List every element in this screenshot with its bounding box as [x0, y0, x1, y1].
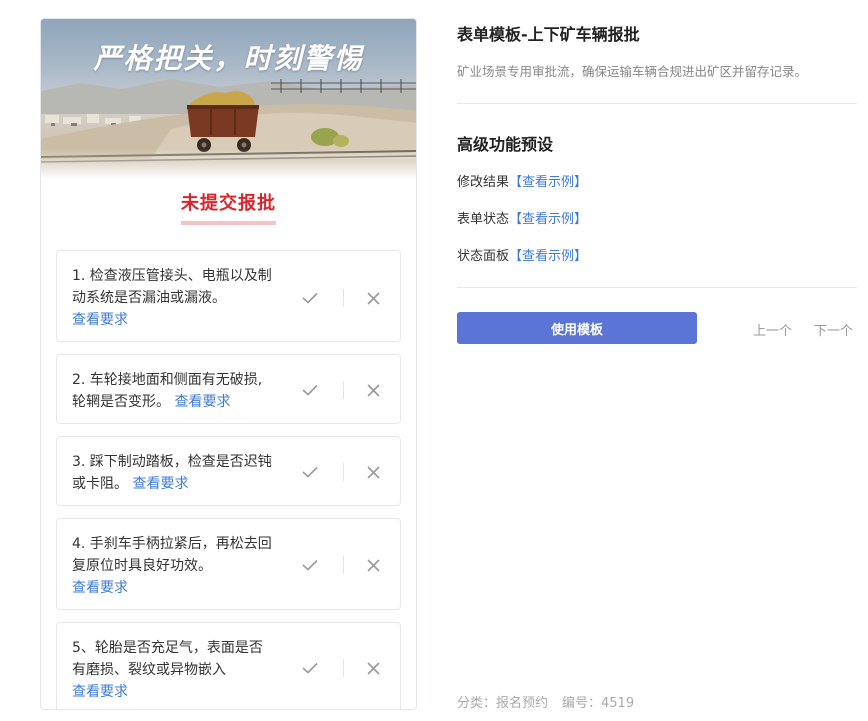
- action-divider: [343, 659, 344, 677]
- feature-label: 修改结果: [457, 175, 510, 190]
- feature-row-status-panel: 状态面板【查看示例】: [457, 245, 587, 264]
- check-icon[interactable]: [298, 460, 322, 484]
- checklist-item-text: 5、轮胎是否充足气，表面是否有磨损、裂纹或异物嵌入 查看要求: [72, 637, 272, 703]
- checklist-item-label: 2. 车轮接地面和侧面有无破损,轮辋是否变形。: [72, 372, 263, 410]
- view-requirements-link[interactable]: 查看要求: [132, 476, 188, 492]
- section-divider: [457, 103, 857, 104]
- feature-row-form-status: 表单状态【查看示例】: [457, 208, 587, 227]
- use-template-button[interactable]: 使用模板: [457, 312, 697, 344]
- checklist-item-text: 4. 手刹车手柄拉紧后，再松去回复原位时具良好功效。 查看要求: [72, 533, 272, 599]
- action-divider: [343, 463, 344, 481]
- checklist-item-actions: [290, 286, 400, 310]
- checklist-item-actions: [290, 656, 400, 680]
- checklist-item: 2. 车轮接地面和侧面有无破损,轮辋是否变形。 查看要求: [56, 354, 401, 424]
- checklist-item-text: 3. 踩下制动踏板，检查是否迟钝或卡阻。 查看要求: [72, 451, 272, 495]
- check-icon[interactable]: [298, 656, 322, 680]
- view-example-link[interactable]: 【查看示例】: [509, 249, 587, 264]
- next-template-link[interactable]: 下一个: [814, 320, 853, 339]
- template-preview: 严格把关，时刻警惕 未提交报批 1. 检查液压管接头、电瓶以及制动系统是否漏油或…: [40, 18, 417, 710]
- feature-label: 状态面板: [457, 249, 510, 264]
- view-example-link[interactable]: 【查看示例】: [509, 212, 587, 227]
- checklist-item-actions: [290, 460, 400, 484]
- action-divider: [343, 289, 344, 307]
- action-divider: [343, 381, 344, 399]
- advanced-features-title: 高级功能预设: [457, 135, 554, 154]
- status-header: 未提交报批: [41, 189, 416, 225]
- feature-row-modify-result: 修改结果【查看示例】: [457, 171, 587, 190]
- checklist-item: 1. 检查液压管接头、电瓶以及制动系统是否漏油或漏液。 查看要求: [56, 250, 401, 342]
- check-icon[interactable]: [298, 286, 322, 310]
- checklist-item-text: 1. 检查液压管接头、电瓶以及制动系统是否漏油或漏液。 查看要求: [72, 265, 272, 331]
- checklist-item: 4. 手刹车手柄拉紧后，再松去回复原位时具良好功效。 查看要求: [56, 518, 401, 610]
- checklist-item-label: 1. 检查液压管接头、电瓶以及制动系统是否漏油或漏液。: [72, 268, 272, 306]
- close-icon[interactable]: [361, 656, 385, 680]
- banner-fade: [41, 149, 416, 179]
- banner-title: 严格把关，时刻警惕: [93, 42, 364, 75]
- checklist-item-actions: [290, 553, 400, 577]
- view-requirements-link[interactable]: 查看要求: [72, 312, 128, 328]
- checklist-item: 3. 踩下制动踏板，检查是否迟钝或卡阻。 查看要求: [56, 436, 401, 506]
- template-description: 矿业场景专用审批流，确保运输车辆合规进出矿区并留存记录。: [457, 64, 808, 79]
- previous-template-link[interactable]: 上一个: [753, 320, 792, 339]
- feature-label: 表单状态: [457, 212, 510, 227]
- checklist-item: 5、轮胎是否充足气，表面是否有磨损、裂纹或异物嵌入 查看要求: [56, 622, 401, 709]
- close-icon[interactable]: [361, 286, 385, 310]
- view-requirements-link[interactable]: 查看要求: [72, 684, 128, 700]
- template-title: 表单模板-上下矿车辆报批: [457, 25, 640, 44]
- close-icon[interactable]: [361, 553, 385, 577]
- status-title: 未提交报批: [181, 189, 276, 225]
- checklist-item-label: 5、轮胎是否充足气，表面是否有磨损、裂纹或异物嵌入: [72, 640, 263, 678]
- template-meta: 分类：报名预约 编号：4519: [457, 692, 634, 711]
- category-label: 分类：报名预约: [457, 696, 549, 711]
- view-requirements-link[interactable]: 查看要求: [174, 394, 230, 410]
- section-divider: [457, 287, 857, 288]
- action-divider: [343, 556, 344, 574]
- template-number: 编号：4519: [562, 696, 635, 711]
- close-icon[interactable]: [361, 460, 385, 484]
- view-example-link[interactable]: 【查看示例】: [509, 175, 587, 190]
- checklist-item-actions: [290, 378, 400, 402]
- close-icon[interactable]: [361, 378, 385, 402]
- checklist-item-label: 4. 手刹车手柄拉紧后，再松去回复原位时具良好功效。: [72, 536, 272, 574]
- view-requirements-link[interactable]: 查看要求: [72, 580, 128, 596]
- checklist-item-text: 2. 车轮接地面和侧面有无破损,轮辋是否变形。 查看要求: [72, 369, 272, 413]
- check-icon[interactable]: [298, 553, 322, 577]
- check-icon[interactable]: [298, 378, 322, 402]
- banner-image: 严格把关，时刻警惕: [41, 19, 416, 179]
